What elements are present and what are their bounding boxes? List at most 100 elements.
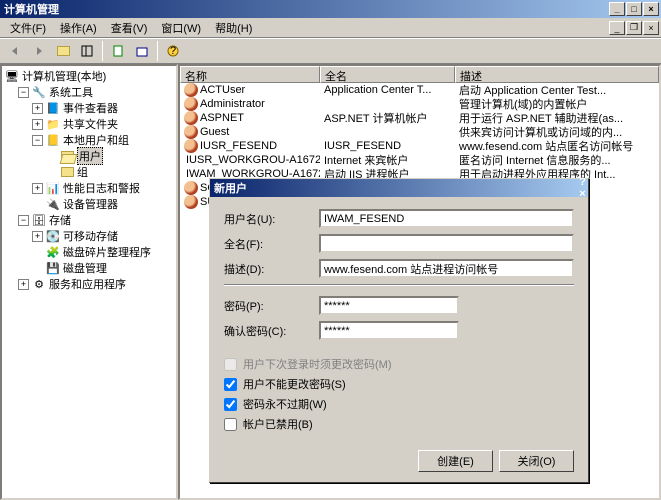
refresh-button[interactable] <box>107 40 129 62</box>
tools-icon: 🔧 <box>31 85 47 99</box>
menu-help[interactable]: 帮助(H) <box>209 18 258 38</box>
storage-icon: 🗄 <box>31 213 47 227</box>
tree-perf-logs[interactable]: + 📊 性能日志和警报 <box>4 180 174 196</box>
list-row[interactable]: ACTUserApplication Center T...启动 Applica… <box>180 83 659 97</box>
user-icon <box>184 97 198 111</box>
tree-root[interactable]: 🖥 计算机管理(本地) <box>4 68 174 84</box>
back-button[interactable] <box>4 40 26 62</box>
tree-panel[interactable]: 🖥 计算机管理(本地) − 🔧 系统工具 + 📘 事件查看器 + 📁 共享文件夹… <box>0 64 178 500</box>
list-row[interactable]: ASPNETASP.NET 计算机帐户用于运行 ASP.NET 辅助进程(as.… <box>180 111 659 125</box>
defrag-icon: 🧩 <box>45 245 61 259</box>
forward-button[interactable] <box>28 40 50 62</box>
list-header: 名称 全名 描述 <box>180 66 659 83</box>
list-row[interactable]: IUSR_WORKGROU-A1672XInternet 来宾帐户匿名访问 In… <box>180 153 659 167</box>
tree-label: 系统工具 <box>49 84 93 100</box>
username-label: 用户名(U): <box>224 211 319 227</box>
close-button[interactable]: × <box>643 2 659 16</box>
tree-storage[interactable]: − 🗄 存储 <box>4 212 174 228</box>
menu-window[interactable]: 窗口(W) <box>155 18 207 38</box>
up-button[interactable] <box>52 40 74 62</box>
new-user-dialog: 新用户 ? × 用户名(U): 全名(F): 描述(D): 密码(P): 确认密… <box>209 178 589 483</box>
tree-root-label: 计算机管理(本地) <box>22 68 106 84</box>
expand-icon[interactable]: + <box>32 231 43 242</box>
chk-cannot-change[interactable]: 用户不能更改密码(S) <box>224 376 574 392</box>
maximize-button[interactable]: □ <box>626 2 642 16</box>
list-row[interactable]: Administrator管理计算机(域)的内置帐户 <box>180 97 659 111</box>
chk-must-change-box <box>224 358 237 371</box>
tree-users[interactable]: 用户 <box>4 148 174 164</box>
collapse-icon[interactable]: − <box>18 87 29 98</box>
mdi-restore-button[interactable]: ❐ <box>626 21 642 35</box>
window-titlebar: 计算机管理 _ □ × <box>0 0 661 18</box>
tree-system-tools[interactable]: − 🔧 系统工具 <box>4 84 174 100</box>
expand-icon[interactable]: + <box>32 103 43 114</box>
cell-name: Guest <box>200 126 229 138</box>
export-button[interactable] <box>131 40 153 62</box>
collapse-icon[interactable]: − <box>18 215 29 226</box>
chk-never-expires-box[interactable] <box>224 398 237 411</box>
folder-open-icon <box>59 149 75 163</box>
cell-name: Administrator <box>200 98 265 110</box>
tree-label: 可移动存储 <box>63 228 118 244</box>
menu-file[interactable]: 文件(F) <box>4 18 52 38</box>
fullname-input[interactable] <box>319 234 574 253</box>
show-hide-button[interactable] <box>76 40 98 62</box>
cell-fullname: IUSR_FESEND <box>320 140 455 152</box>
col-desc[interactable]: 描述 <box>455 66 659 83</box>
chk-cannot-change-box[interactable] <box>224 378 237 391</box>
chk-disabled-box[interactable] <box>224 418 237 431</box>
dialog-help-button[interactable]: ? <box>579 176 586 188</box>
tree-label: 事件查看器 <box>63 100 118 116</box>
menubar: 文件(F) 操作(A) 查看(V) 窗口(W) 帮助(H) _ ❐ × <box>0 18 661 38</box>
tree-local-users-groups[interactable]: − 📒 本地用户和组 <box>4 132 174 148</box>
cell-name: IUSR_WORKGROU-A1672X <box>186 154 320 166</box>
services-icon: ⚙ <box>31 277 47 291</box>
tree-services-apps[interactable]: + ⚙ 服务和应用程序 <box>4 276 174 292</box>
col-fullname[interactable]: 全名 <box>320 66 455 83</box>
confirm-input[interactable] <box>319 321 459 340</box>
col-name[interactable]: 名称 <box>180 66 320 83</box>
list-row[interactable]: Guest供来宾访问计算机或访问域的内... <box>180 125 659 139</box>
tree-label: 存储 <box>49 212 71 228</box>
tree-event-viewer[interactable]: + 📘 事件查看器 <box>4 100 174 116</box>
mdi-close-button[interactable]: × <box>643 21 659 35</box>
dialog-titlebar[interactable]: 新用户 ? × <box>210 179 588 197</box>
fullname-label: 全名(F): <box>224 236 319 252</box>
collapse-icon[interactable]: − <box>32 135 43 146</box>
username-input[interactable] <box>319 209 574 228</box>
tree-shared-folders[interactable]: + 📁 共享文件夹 <box>4 116 174 132</box>
menu-action[interactable]: 操作(A) <box>54 18 103 38</box>
user-icon <box>184 125 198 139</box>
dialog-close-button[interactable]: × <box>579 188 586 200</box>
user-icon <box>184 83 198 97</box>
folder-up-icon <box>57 46 70 56</box>
svg-text:?: ? <box>170 45 176 57</box>
mdi-minimize-button[interactable]: _ <box>609 21 625 35</box>
chk-never-expires[interactable]: 密码永不过期(W) <box>224 396 574 412</box>
desc-input[interactable] <box>319 259 574 278</box>
users-folder-icon: 📒 <box>45 133 61 147</box>
create-button[interactable]: 创建(E) <box>418 450 493 472</box>
tree-defrag[interactable]: 🧩 磁盘碎片整理程序 <box>4 244 174 260</box>
minimize-button[interactable]: _ <box>609 2 625 16</box>
expand-icon[interactable]: + <box>32 183 43 194</box>
confirm-label: 确认密码(C): <box>224 323 319 339</box>
help-button[interactable]: ? <box>162 40 184 62</box>
chk-label: 用户下次登录时须更改密码(M) <box>243 356 392 372</box>
password-input[interactable] <box>319 296 459 315</box>
tree-device-mgr[interactable]: 🔌 设备管理器 <box>4 196 174 212</box>
close-button[interactable]: 关闭(O) <box>499 450 574 472</box>
tree-label: 磁盘管理 <box>63 260 107 276</box>
tree-removable[interactable]: + 💽 可移动存储 <box>4 228 174 244</box>
menu-view[interactable]: 查看(V) <box>105 18 154 38</box>
window-title: 计算机管理 <box>2 1 609 17</box>
perf-icon: 📊 <box>45 181 61 195</box>
shared-folder-icon: 📁 <box>45 117 61 131</box>
cell-fullname: ASP.NET 计算机帐户 <box>320 110 455 126</box>
tree-disk-mgmt[interactable]: 💾 磁盘管理 <box>4 260 174 276</box>
expand-icon[interactable]: + <box>18 279 29 290</box>
chk-disabled[interactable]: 帐户已禁用(B) <box>224 416 574 432</box>
expand-icon[interactable]: + <box>32 119 43 130</box>
list-row[interactable]: IUSR_FESENDIUSR_FESENDwww.fesend.com 站点匿… <box>180 139 659 153</box>
tree-groups[interactable]: 组 <box>4 164 174 180</box>
